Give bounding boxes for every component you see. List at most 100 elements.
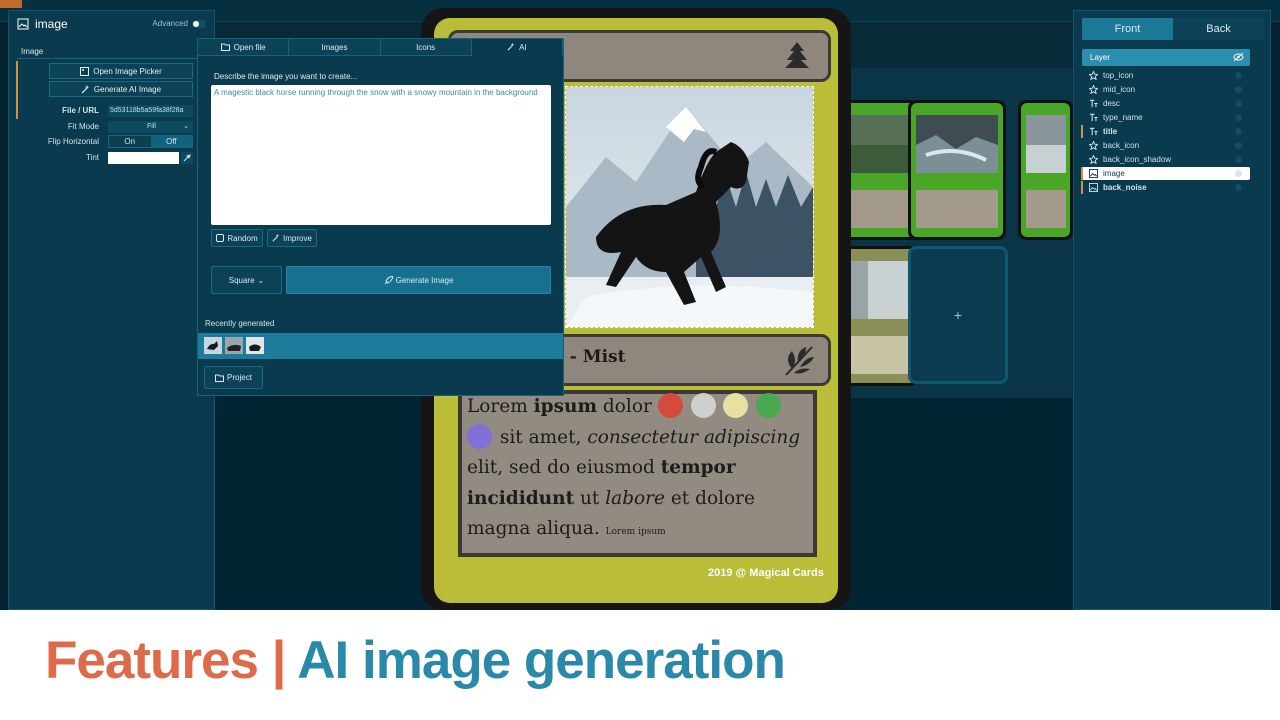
generate-ai-label: Generate AI Image xyxy=(93,84,162,94)
random-label: Random xyxy=(227,233,258,243)
recent-thumbnails xyxy=(198,333,563,359)
recent-thumbnail[interactable] xyxy=(204,337,222,354)
card-art-horse[interactable] xyxy=(565,86,814,328)
rules-word: magna aliqua. xyxy=(467,518,606,539)
rules-word: ut xyxy=(574,487,606,509)
gallery-card[interactable] xyxy=(908,100,1006,240)
fit-mode-value: Fill xyxy=(147,123,156,130)
side-tabs: Front Back xyxy=(1082,18,1264,40)
layer-item-desc[interactable]: desc xyxy=(1082,97,1250,110)
random-button[interactable]: Random xyxy=(211,229,263,247)
flip-on-option[interactable]: On xyxy=(109,136,151,147)
aspect-label: Square xyxy=(228,275,255,285)
prompt-textarea[interactable]: A magestic black horse running through t… xyxy=(211,85,551,225)
layer-marker xyxy=(1081,125,1083,138)
layer-item-title[interactable]: title xyxy=(1081,125,1250,138)
layer-label: back_noise xyxy=(1103,183,1147,192)
chevron-down-icon: ⌄ xyxy=(257,275,265,285)
visibility-dot-icon[interactable] xyxy=(1235,156,1242,163)
section-title: Image xyxy=(21,47,44,56)
layers-panel: Front Back Layer top_icon mid_icondesc typ… xyxy=(1073,10,1271,610)
flip-horizontal-label: Flip Horizontal xyxy=(47,137,99,146)
image-icon xyxy=(1089,183,1098,192)
tab-ai[interactable]: AI xyxy=(471,39,563,56)
popup-tabs: Open file Images Icons AI xyxy=(198,39,563,56)
visibility-dot-icon[interactable] xyxy=(1235,100,1242,107)
improve-button[interactable]: Improve xyxy=(267,229,317,247)
tab-icons[interactable]: Icons xyxy=(380,39,472,56)
eyedropper-icon[interactable] xyxy=(181,152,193,164)
open-image-picker-button[interactable]: Open Image Picker xyxy=(49,63,193,79)
text-icon xyxy=(1089,99,1098,108)
layer-item-back-noise[interactable]: back_noise xyxy=(1081,181,1250,194)
layer-item-mid-icon[interactable]: mid_icon xyxy=(1082,83,1250,96)
feature-banner: Features | AI image generation xyxy=(0,610,1280,720)
star-icon xyxy=(1089,141,1098,150)
folder-icon xyxy=(220,43,230,51)
dice-icon xyxy=(216,234,225,242)
improve-label: Improve xyxy=(283,233,312,243)
prompt-label: Describe the image you want to create... xyxy=(214,72,358,81)
generate-ai-image-button[interactable]: Generate AI Image xyxy=(49,81,193,97)
tab-images[interactable]: Images xyxy=(289,39,381,56)
tint-color-field[interactable] xyxy=(108,152,179,164)
layer-header: Layer xyxy=(1082,49,1250,66)
brand-corner xyxy=(0,0,22,8)
rules-word: labore xyxy=(605,487,665,509)
banner-heading: Features | AI image generation xyxy=(45,630,786,691)
layer-item-back-icon-shadow[interactable]: back_icon_shadow xyxy=(1082,153,1250,166)
visibility-dot-icon[interactable] xyxy=(1235,86,1242,93)
add-card-button[interactable]: + xyxy=(908,246,1008,384)
layer-label: mid_icon xyxy=(1103,85,1136,94)
project-button[interactable]: Project xyxy=(204,366,263,389)
layer-item-image[interactable]: image xyxy=(1081,167,1250,180)
rules-word: consectetur adipiscing xyxy=(587,426,801,448)
card-copyright: 2019 @ Magical Cards xyxy=(708,567,824,579)
star-icon xyxy=(1089,155,1098,164)
layer-item-top-icon[interactable]: top_icon xyxy=(1082,69,1250,82)
tint-label: Tint xyxy=(85,153,99,162)
visibility-dot-icon[interactable] xyxy=(1235,114,1242,121)
image-icon xyxy=(17,18,29,30)
folder-icon xyxy=(215,374,225,382)
flip-horizontal-toggle[interactable]: On Off xyxy=(108,135,193,148)
visibility-dot-icon[interactable] xyxy=(1235,128,1242,135)
visibility-dot-icon[interactable] xyxy=(1235,142,1242,149)
eye-off-icon[interactable] xyxy=(1233,52,1244,62)
tab-open-file[interactable]: Open file xyxy=(198,39,290,56)
tree-mana-icon xyxy=(756,393,782,418)
rules-word: sit amet, xyxy=(494,426,588,448)
chevron-down-icon: ⌄ xyxy=(183,123,189,130)
tab-label: AI xyxy=(519,42,527,52)
layer-item-back-icon[interactable]: back_icon xyxy=(1082,139,1250,152)
file-url-field[interactable]: 5d53118b5a59fa38f28a xyxy=(108,105,193,117)
layer-label: title xyxy=(1103,127,1118,136)
layer-label: desc xyxy=(1103,99,1120,108)
water-mana-icon xyxy=(467,423,492,449)
visibility-dot-icon[interactable] xyxy=(1235,184,1242,191)
banner-word-features: Features xyxy=(45,631,259,690)
banner-word-ai: AI image generation xyxy=(297,631,786,690)
advanced-toggle[interactable] xyxy=(192,20,206,28)
layer-item-type-name[interactable]: type_name xyxy=(1082,111,1250,124)
generate-image-button[interactable]: Generate Image xyxy=(286,266,551,294)
recent-thumbnail[interactable] xyxy=(225,337,243,354)
tab-back[interactable]: Back xyxy=(1173,18,1264,40)
tree-icon xyxy=(785,42,809,68)
project-label: Project xyxy=(227,373,252,382)
sun-mana-icon xyxy=(723,393,749,418)
rules-word: et dolore xyxy=(664,487,755,509)
tab-front[interactable]: Front xyxy=(1082,18,1173,40)
rules-word: elit, sed do eiusmod xyxy=(467,457,661,478)
flip-off-option[interactable]: Off xyxy=(150,136,192,147)
layer-label: back_icon_shadow xyxy=(1103,155,1172,164)
magic-wand-icon xyxy=(507,43,515,51)
leaf-icon xyxy=(785,346,814,376)
recent-thumbnail[interactable] xyxy=(246,337,264,354)
layer-label: type_name xyxy=(1103,113,1143,122)
visibility-dot-icon[interactable] xyxy=(1235,170,1242,177)
visibility-dot-icon[interactable] xyxy=(1235,72,1242,79)
aspect-ratio-select[interactable]: Square ⌄ xyxy=(211,266,282,294)
fit-mode-select[interactable]: Fill ⌄ xyxy=(108,121,193,133)
gallery-card[interactable] xyxy=(1018,100,1073,240)
